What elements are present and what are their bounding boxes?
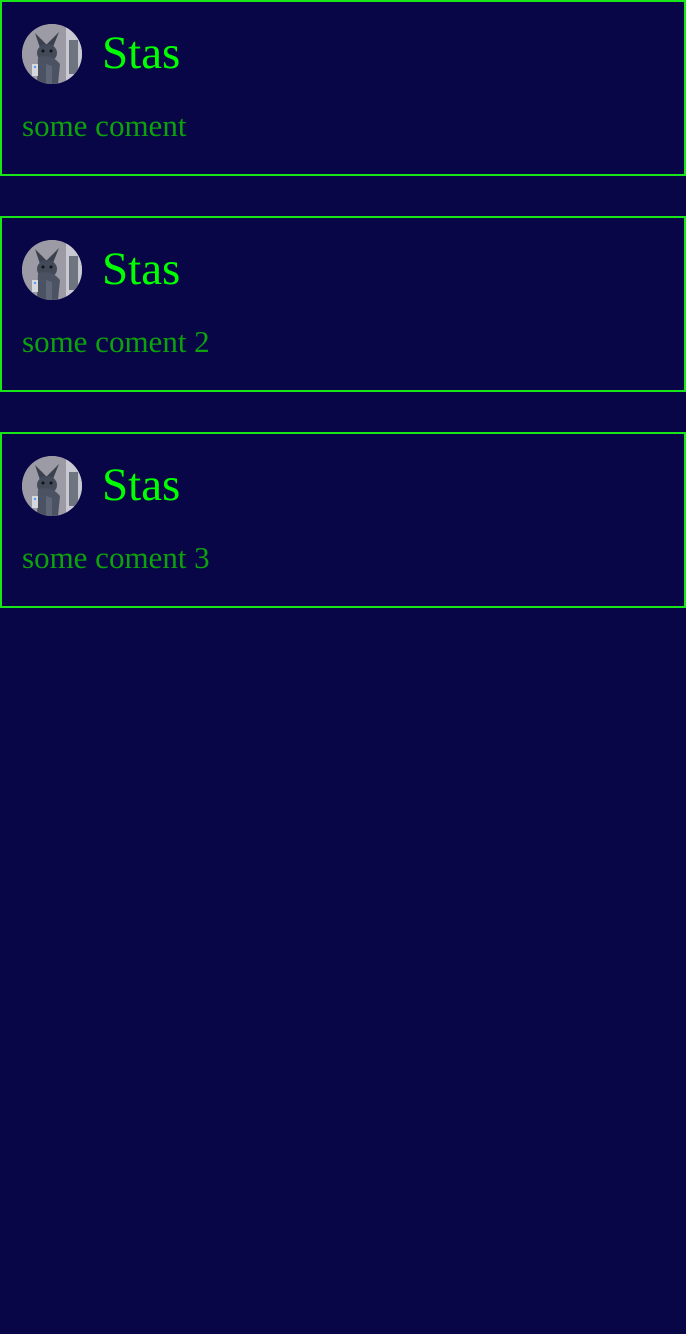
dog-avatar-icon bbox=[22, 456, 82, 516]
comment-card: Stas some coment 3 bbox=[0, 432, 686, 608]
comment-text: some coment bbox=[22, 108, 187, 143]
dog-avatar-icon bbox=[22, 240, 82, 300]
comment-list: Stas some coment Stas some coment 2 Stas… bbox=[0, 0, 686, 648]
comment-card: Stas some coment bbox=[0, 0, 686, 176]
comment-author: Stas bbox=[102, 27, 181, 79]
comment-text: some coment 2 bbox=[22, 324, 210, 359]
comment-author: Stas bbox=[102, 459, 181, 511]
comment-author: Stas bbox=[102, 243, 181, 295]
comment-card: Stas some coment 2 bbox=[0, 216, 686, 392]
comment-text: some coment 3 bbox=[22, 540, 210, 575]
dog-avatar-icon bbox=[22, 24, 82, 84]
